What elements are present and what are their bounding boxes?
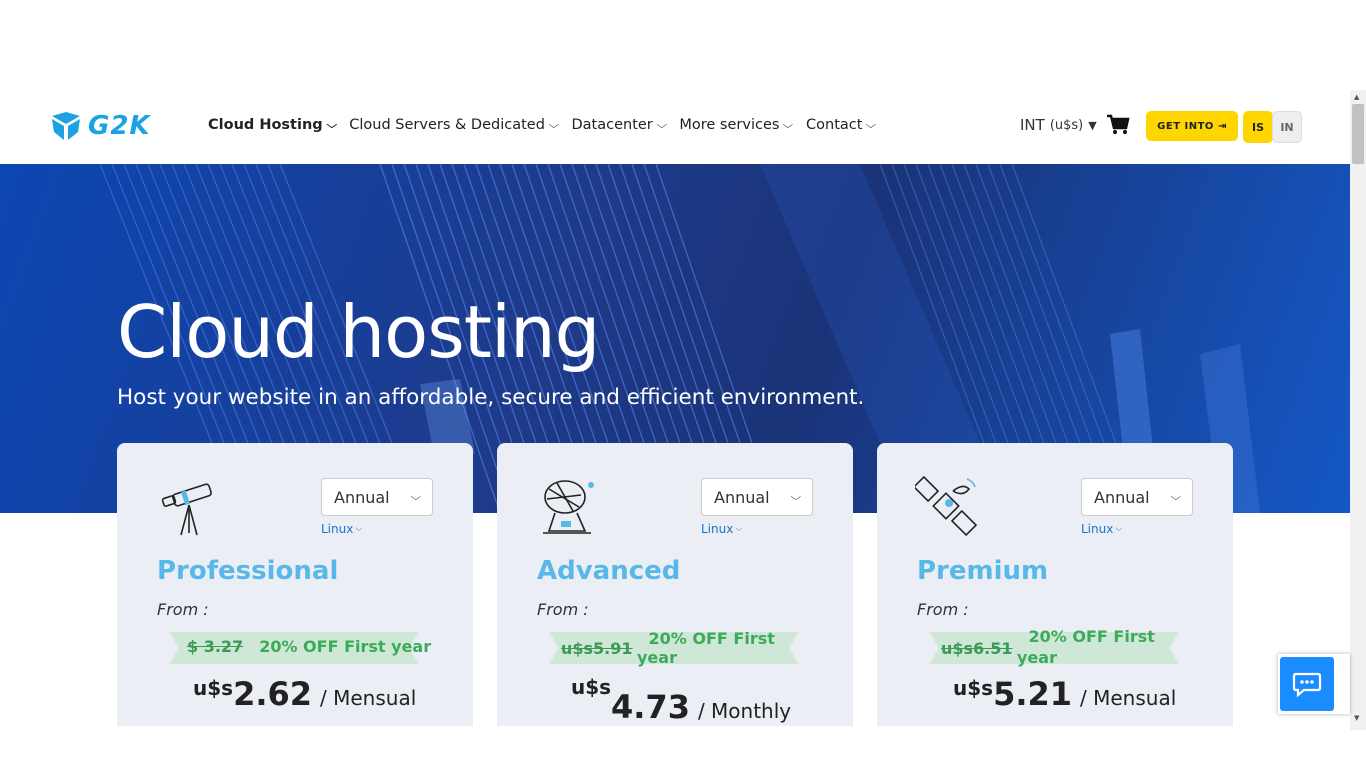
nav-datacenter[interactable]: Datacenter ⌵	[571, 117, 667, 133]
nav-cloud-hosting[interactable]: Cloud Hosting ⌵	[208, 117, 337, 133]
satellite-dish-icon	[543, 480, 594, 534]
plan-name: Professional	[157, 556, 339, 586]
plan-card-advanced: Annual ⌵ Linux ⌵ Advanced From : u$s5.91…	[497, 443, 853, 726]
chevron-down-icon: ⌵	[782, 119, 794, 131]
chevron-down-icon: ⌵	[410, 491, 422, 503]
currency-unit: (u$s)	[1049, 117, 1084, 133]
os-selector[interactable]: Linux ⌵	[701, 522, 742, 536]
plan-card-professional: Annual ⌵ Linux ⌵ Professional From : $ 3…	[117, 443, 473, 726]
price-period: / Mensual	[320, 686, 417, 710]
chevron-down-icon: ⌵	[735, 524, 743, 534]
billing-select[interactable]: Annual ⌵	[1081, 478, 1193, 516]
discount-text: $ 3.27 20% OFF First year	[187, 637, 431, 656]
old-price: u$s6.51	[941, 639, 1013, 658]
price-amount: 5.21	[993, 675, 1073, 713]
scroll-down-icon[interactable]: ▼	[1354, 714, 1359, 722]
price-period: / Monthly	[697, 699, 792, 723]
from-label: From :	[537, 600, 589, 619]
price-currency: u$s	[193, 676, 234, 700]
currency-label: INT	[1020, 116, 1045, 134]
nav-label: Datacenter	[571, 117, 653, 133]
billing-select[interactable]: Annual ⌵	[701, 478, 813, 516]
satellite-icon	[915, 475, 978, 537]
os-label: Linux	[321, 522, 354, 536]
os-label: Linux	[701, 522, 734, 536]
hero-subtitle: Host your website in an affordable, secu…	[117, 385, 865, 410]
chevron-down-icon: ⌵	[548, 119, 560, 131]
plan-card-premium: Annual ⌵ Linux ⌵ Premium From : u$s6.51 …	[877, 443, 1233, 726]
old-price: $ 3.27	[187, 637, 244, 656]
discount-line: 20% OFF First	[648, 629, 775, 648]
lang-is-button[interactable]: IS	[1243, 111, 1273, 143]
nav-contact[interactable]: Contact ⌵	[806, 117, 877, 133]
price-currency: u$s	[953, 676, 994, 700]
lang-in-button[interactable]: IN	[1272, 111, 1302, 143]
old-price: u$s5.91	[561, 639, 633, 658]
logo[interactable]: G2K	[50, 110, 151, 142]
plan-name: Advanced	[537, 556, 681, 586]
main-nav: Cloud Hosting ⌵ Cloud Servers & Dedicate…	[208, 117, 877, 133]
from-label: From :	[157, 600, 209, 619]
price-currency-row: u$s	[571, 675, 611, 699]
page-scrollbar[interactable]: ▲ ▼	[1350, 90, 1366, 730]
login-icon: ⇥	[1217, 120, 1227, 132]
price-period: / Mensual	[1080, 686, 1177, 710]
site-header: G2K Cloud Hosting ⌵ Cloud Servers & Dedi…	[0, 90, 1350, 164]
scroll-up-icon[interactable]: ▲	[1354, 93, 1359, 101]
billing-value: Annual	[334, 487, 390, 507]
os-selector[interactable]: Linux ⌵	[1081, 522, 1122, 536]
get-into-label: GET INTO	[1157, 120, 1214, 132]
price: 4.73 / Monthly	[611, 688, 791, 726]
scroll-thumb[interactable]	[1352, 104, 1364, 164]
chevron-down-icon: ⌵	[1115, 524, 1123, 534]
chevron-down-icon: ⌵	[355, 524, 363, 534]
nav-label: Cloud Hosting	[208, 117, 323, 133]
os-label: Linux	[1081, 522, 1114, 536]
os-selector[interactable]: Linux ⌵	[321, 522, 362, 536]
chevron-down-icon: ⌵	[790, 491, 802, 503]
chat-bubble-icon	[1292, 672, 1322, 697]
price: u$s 2.62 / Mensual	[193, 675, 416, 713]
billing-value: Annual	[714, 487, 770, 507]
discount-line: 20% OFF First	[1028, 627, 1155, 646]
get-into-button[interactable]: GET INTO ⇥	[1146, 111, 1238, 141]
cart-icon[interactable]	[1106, 114, 1130, 136]
nav-label: Contact	[806, 117, 863, 133]
chat-button[interactable]	[1280, 657, 1334, 711]
discount-label: 20% OFF First year	[259, 637, 432, 656]
nav-more-services[interactable]: More services ⌵	[679, 117, 794, 133]
chevron-down-icon: ⌵	[1170, 491, 1182, 503]
price-amount: 4.73	[611, 688, 690, 726]
hero-title: Cloud hosting	[117, 290, 600, 374]
telescope-icon	[161, 483, 212, 536]
billing-value: Annual	[1094, 487, 1150, 507]
billing-select[interactable]: Annual ⌵	[321, 478, 433, 516]
chevron-down-icon: ⌵	[326, 119, 337, 131]
discount-line-2: year	[637, 648, 677, 667]
plan-name: Premium	[917, 556, 1049, 586]
price-amount: 2.62	[233, 675, 313, 713]
from-label: From :	[917, 600, 969, 619]
nav-label: Cloud Servers & Dedicated	[349, 117, 545, 133]
caret-down-icon: ▼	[1088, 118, 1097, 132]
logo-text: G2K	[88, 111, 151, 141]
chevron-down-icon: ⌵	[865, 119, 877, 131]
nav-label: More services	[679, 117, 780, 133]
price-currency: u$s	[571, 675, 612, 699]
chevron-down-icon: ⌵	[656, 119, 667, 131]
nav-cloud-servers[interactable]: Cloud Servers & Dedicated ⌵	[349, 117, 560, 133]
currency-selector[interactable]: INT (u$s) ▼	[1020, 116, 1097, 134]
g2k-logo-icon	[52, 112, 80, 140]
discount-line-2: year	[1017, 648, 1057, 667]
price: u$s 5.21 / Mensual	[953, 675, 1176, 713]
